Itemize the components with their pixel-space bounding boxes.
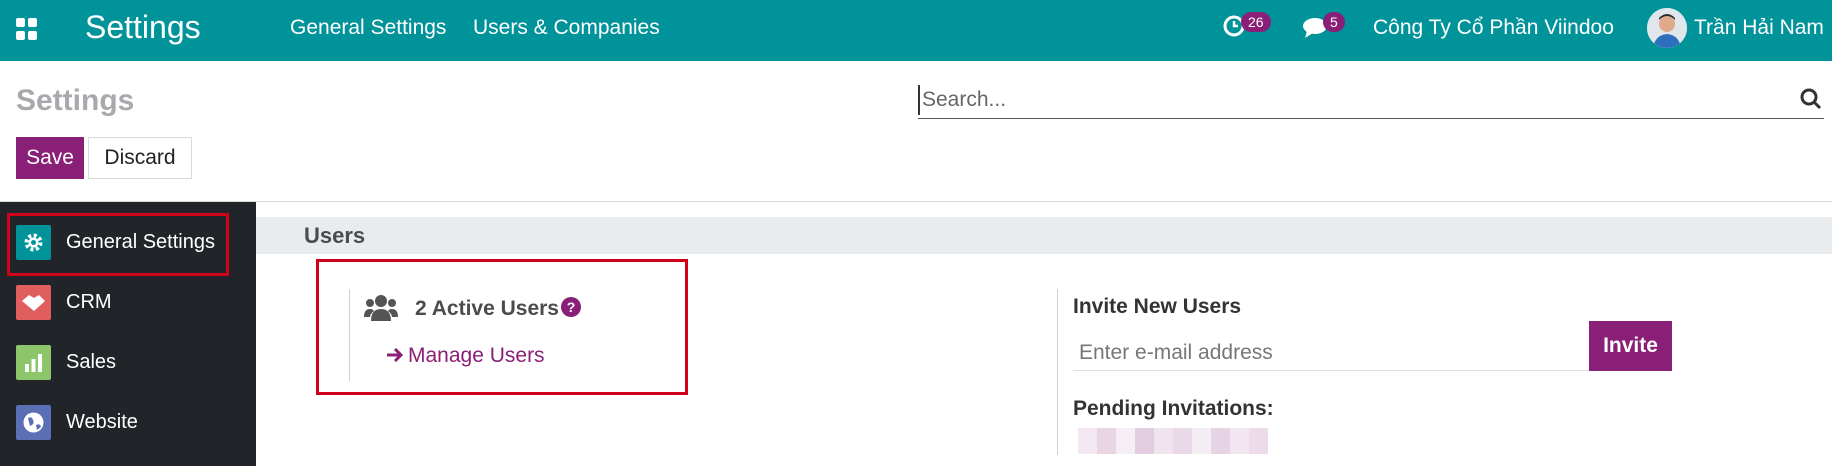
messages-badge: 5 <box>1323 12 1345 32</box>
save-button[interactable]: Save <box>16 137 84 179</box>
activity-badge: 26 <box>1241 12 1271 32</box>
sidebar-item-crm[interactable]: CRM <box>0 274 256 332</box>
divider <box>0 201 1832 202</box>
sidebar-item-website[interactable]: Website <box>0 394 256 452</box>
sidebar-item-sales[interactable]: Sales <box>0 334 256 392</box>
handshake-icon <box>16 285 51 320</box>
app-brand[interactable]: Settings <box>85 9 201 46</box>
sidebar-item-label: Website <box>66 411 138 433</box>
pending-invitations-title: Pending Invitations: <box>1073 397 1274 420</box>
section-header-bar <box>256 217 1832 254</box>
top-navbar: Settings General Settings Users & Compan… <box>0 0 1832 61</box>
pending-invitations-list <box>1078 428 1268 454</box>
highlight-box-active-users <box>316 259 688 395</box>
search-bar <box>918 81 1824 119</box>
sidebar-item-label: Sales <box>66 351 117 373</box>
menu-general-settings[interactable]: General Settings <box>290 16 446 40</box>
setting-border <box>1057 289 1058 455</box>
menu-users-companies[interactable]: Users & Companies <box>473 16 660 40</box>
discard-button[interactable]: Discard <box>88 137 192 179</box>
invite-button[interactable]: Invite <box>1589 321 1672 371</box>
page-title: Settings <box>16 84 135 117</box>
user-avatar[interactable] <box>1647 8 1687 48</box>
section-title-users: Users <box>304 223 366 248</box>
highlight-box-sidebar <box>7 213 229 276</box>
globe-icon <box>16 405 51 440</box>
chart-icon <box>16 345 51 380</box>
search-icon[interactable] <box>1800 88 1822 115</box>
user-menu[interactable]: Trần Hải Nam <box>1694 16 1824 40</box>
sidebar-item-label: CRM <box>66 291 112 313</box>
apps-grid-icon[interactable] <box>16 18 38 40</box>
company-switcher[interactable]: Công Ty Cổ Phần Viindoo <box>1373 16 1614 40</box>
invite-new-users-title: Invite New Users <box>1073 295 1242 318</box>
search-input[interactable] <box>918 85 1778 115</box>
email-field[interactable] <box>1073 336 1589 371</box>
